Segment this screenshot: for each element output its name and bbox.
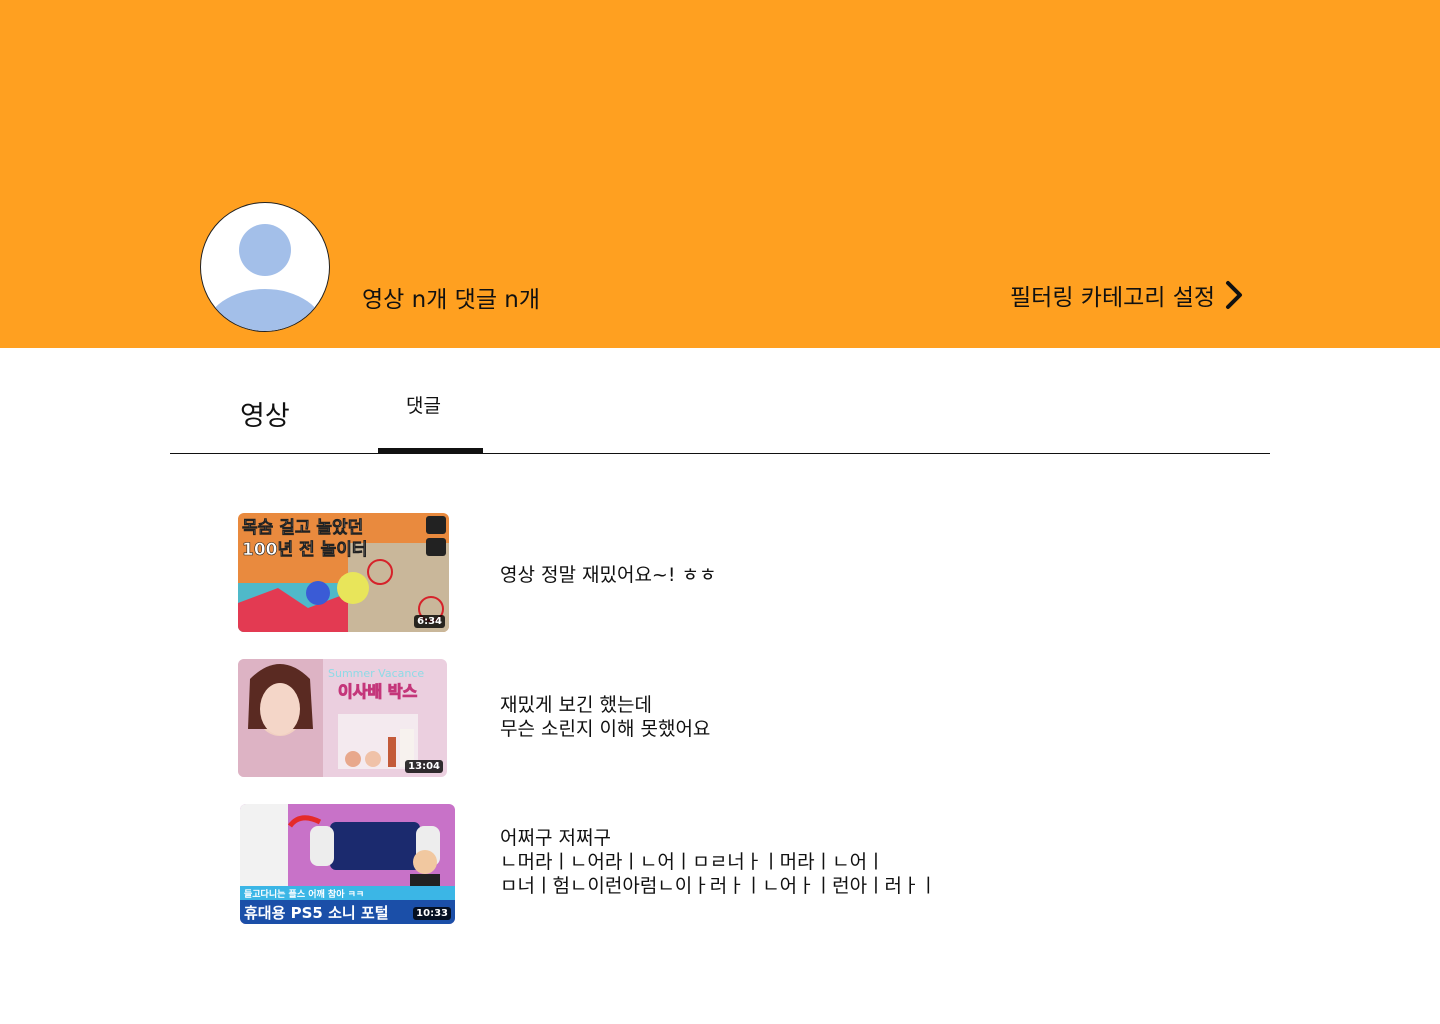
comment-text: 영상 정말 재밌어요~! ㅎㅎ	[500, 563, 716, 587]
comment-text: 어쩌구 저쩌구 ㄴ머라ㅣㄴ어라ㅣㄴ어ㅣㅁㄹ너ㅏㅣ머라ㅣㄴ어ㅣ ㅁ너ㅣ험ㄴ이런아럼…	[500, 826, 937, 898]
comment-line: ㄴ머라ㅣㄴ어라ㅣㄴ어ㅣㅁㄹ너ㅏㅣ머라ㅣㄴ어ㅣ	[500, 851, 885, 873]
profile-avatar	[200, 202, 330, 332]
thumbnail-title: Summer Vacance	[328, 667, 424, 680]
thumbnail-title: 목숨 걸고 놀았던	[242, 518, 363, 538]
video-thumbnail[interactable]: 들고다니는 플스 어깨 참아 ㅋㅋ 휴대용 PS5 소니 포털 10:33	[240, 804, 455, 924]
video-duration: 10:33	[413, 907, 451, 920]
comment-line: 재밌게 보긴 했는데	[500, 694, 652, 716]
chevron-right-icon	[1226, 281, 1243, 309]
video-duration: 13:04	[405, 760, 443, 773]
profile-stats: 영상 n개 댓글 n개	[362, 287, 541, 313]
comment-text: 재밌게 보긴 했는데 무슨 소린지 이해 못했어요	[500, 693, 710, 741]
thumbnail-title: 100년 전 놀이터	[242, 540, 368, 560]
tab-comments[interactable]: 댓글	[406, 394, 441, 418]
comment-line: ㅁ너ㅣ험ㄴ이런아럼ㄴ이ㅏ러ㅏㅣㄴ어ㅏㅣ런아ㅣ러ㅏㅣ	[500, 875, 938, 897]
filter-category-label: 필터링 카테고리 설정	[1010, 285, 1216, 311]
active-tab-indicator	[378, 448, 483, 453]
user-icon	[205, 224, 325, 331]
tab-videos[interactable]: 영상	[240, 394, 290, 433]
video-duration: 6:34	[414, 615, 445, 628]
video-thumbnail[interactable]: Summer Vacance 이사배 박스 13:04	[238, 659, 447, 777]
comment-line: 무슨 소린지 이해 못했어요	[500, 718, 711, 740]
comment-line: 어쩌구 저쩌구	[500, 827, 611, 849]
thumbnail-title: 이사배 박스	[338, 682, 417, 701]
thumbnail-title: 들고다니는 플스 어깨 참아 ㅋㅋ	[244, 888, 364, 900]
comment-line: 영상 정말 재밌어요~! ㅎㅎ	[500, 564, 717, 586]
thumbnail-title: 휴대용 PS5 소니 포털	[244, 904, 389, 922]
video-thumbnail[interactable]: 목숨 걸고 놀았던 100년 전 놀이터 6:34	[238, 513, 449, 632]
content-tabs: 영상 댓글	[170, 380, 1270, 454]
filter-category-settings-link[interactable]: 필터링 카테고리 설정	[1010, 278, 1245, 312]
